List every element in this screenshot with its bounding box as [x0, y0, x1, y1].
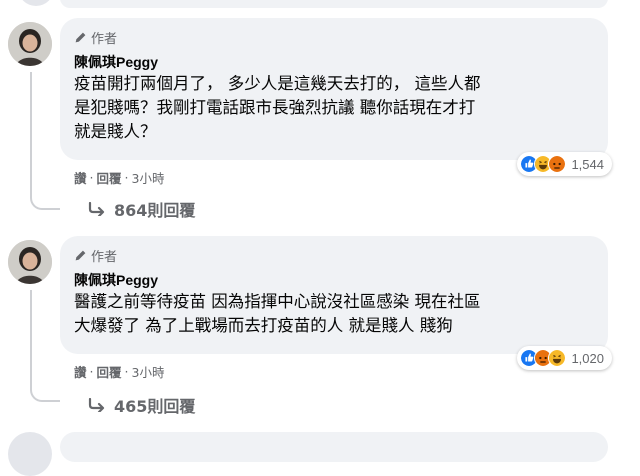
comment-bubble: 作者 陳佩琪Peggy 醫護之前等待疫苗 因為指揮中心說沒社區感染 現在社區 大…: [60, 236, 612, 370]
author-badge: 作者: [74, 246, 594, 265]
commenter-name[interactable]: 陳佩琪Peggy: [74, 270, 594, 288]
reply-button[interactable]: 回覆: [97, 168, 122, 187]
view-replies-link[interactable]: 465則回覆: [88, 393, 195, 417]
comment-actions: 讚 · 回覆 · 3小時: [74, 362, 164, 381]
thread-curve: [30, 194, 60, 210]
timestamp[interactable]: 3小時: [132, 168, 165, 187]
separator: ·: [89, 364, 94, 379]
reply-button[interactable]: 回覆: [97, 362, 122, 381]
thread-line: [30, 290, 32, 386]
author-tag: 作者: [91, 249, 118, 265]
comment-actions: 讚 · 回覆 · 3小時: [74, 168, 164, 187]
haha-reaction-icon: [548, 349, 567, 367]
comment-text: 疫苗開打兩個月了， 多少人是這幾天去打的， 這些人都 是犯賤嗎？我剛打電話跟市長…: [74, 74, 481, 141]
author-tag: 作者: [91, 31, 118, 47]
commenter-name[interactable]: 陳佩琪Peggy: [74, 52, 594, 70]
reaction-count: 1,020: [571, 350, 604, 366]
pencil-icon: [75, 250, 86, 260]
reply-arrow-icon: [88, 202, 105, 216]
next-comment-avatar: [8, 432, 52, 476]
reaction-summary[interactable]: 1,020: [517, 346, 612, 370]
previous-comment-bubble: [60, 0, 608, 8]
reply-arrow-icon: [88, 398, 105, 412]
comment-text: 醫護之前等待疫苗 因為指揮中心說沒社區感染 現在社區 大爆發了 為了上戰場而去打…: [74, 292, 481, 335]
thread-line: [30, 72, 32, 194]
separator: ·: [124, 364, 129, 379]
author-badge: 作者: [74, 28, 594, 47]
separator: ·: [124, 170, 129, 185]
comment-bubble: 作者 陳佩琪Peggy 疫苗開打兩個月了， 多少人是這幾天去打的， 這些人都 是…: [60, 18, 612, 176]
reaction-summary[interactable]: 1,544: [517, 152, 612, 176]
angry-reaction-icon: [548, 155, 567, 173]
separator: ·: [89, 170, 94, 185]
commenter-avatar[interactable]: [8, 22, 52, 66]
thread-curve: [30, 386, 60, 402]
commenter-avatar[interactable]: [8, 240, 52, 284]
like-button[interactable]: 讚: [74, 168, 87, 187]
view-replies-link[interactable]: 864則回覆: [88, 197, 195, 221]
replies-count[interactable]: 864則回覆: [114, 197, 195, 221]
reaction-count: 1,544: [571, 156, 604, 172]
timestamp[interactable]: 3小時: [132, 362, 165, 381]
pencil-icon: [75, 32, 86, 42]
previous-comment-avatar: [18, 0, 54, 6]
like-button[interactable]: 讚: [74, 362, 87, 381]
replies-count[interactable]: 465則回覆: [114, 393, 195, 417]
